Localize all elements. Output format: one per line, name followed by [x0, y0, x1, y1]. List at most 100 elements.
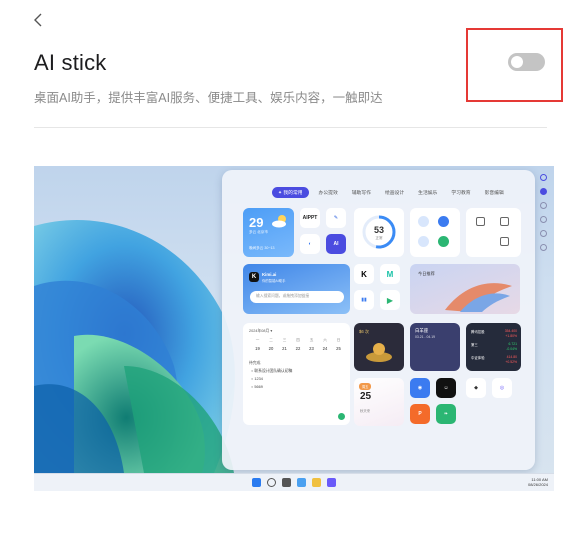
stock-change: +1.80% — [505, 334, 517, 338]
ai-search-tile[interactable]: ◐ — [300, 234, 320, 254]
weekday: 一 — [255, 338, 260, 342]
aippt-tile[interactable]: AIPPT — [300, 208, 320, 228]
weather-card[interactable]: 29 多云 北京市 晚间多云 30~13 — [243, 208, 294, 257]
sidebar-store-icon[interactable] — [540, 244, 547, 251]
record-icon[interactable] — [500, 237, 509, 246]
calendar-day[interactable]: 19 — [255, 346, 260, 351]
taskbar: 11:00 AM 08/26/2024 — [34, 473, 554, 491]
calendar-day[interactable]: 25 — [336, 346, 341, 351]
calendar-day[interactable]: 20 — [269, 346, 274, 351]
ai-stick-taskbar-icon[interactable] — [327, 478, 336, 487]
quick-tools-card[interactable] — [410, 208, 460, 257]
sidebar-chat-icon[interactable] — [540, 202, 547, 209]
weather-foot: 晚间多云 30~13 — [249, 246, 275, 250]
horoscope-card[interactable]: 白羊座 03.21 - 04.19 — [410, 323, 460, 371]
recommend-card[interactable]: 今日推荐 — [410, 264, 520, 314]
stocks-card[interactable]: 腾讯控股 354.400 +1.80% 第三 6.721 -0.04% 中证体验… — [466, 323, 521, 371]
calendar-day[interactable]: 24 — [323, 346, 328, 351]
add-todo-icon[interactable] — [338, 413, 345, 420]
back-button[interactable] — [30, 10, 46, 30]
browser-icon[interactable] — [297, 478, 306, 487]
app-k-tile[interactable]: K — [354, 264, 374, 284]
app-cube-tile[interactable]: ◆ — [466, 378, 486, 398]
tab-video[interactable]: 影音编辑 — [481, 187, 508, 198]
news-card[interactable]: $6 次 — [354, 323, 404, 371]
taskbar-clock[interactable]: 11:00 AM 08/26/2024 — [528, 477, 548, 487]
app-swirl-tile[interactable]: ◎ — [492, 378, 512, 398]
weekday: 日 — [336, 338, 341, 342]
sidebar-logo-icon[interactable] — [540, 174, 547, 181]
taskbar-icons — [252, 478, 336, 487]
tab-writing[interactable]: 辅助写作 — [348, 187, 375, 198]
weekday: 二 — [269, 338, 273, 342]
ai-write-tile[interactable]: ✎ — [326, 208, 346, 228]
tab-design[interactable]: 绘画设计 — [381, 187, 408, 198]
eye-icon[interactable] — [438, 236, 449, 247]
cloud-sun-icon — [272, 215, 286, 228]
screenshot-icon[interactable] — [500, 217, 509, 226]
calendar-day[interactable]: 22 — [296, 346, 301, 351]
weekday: 三 — [282, 338, 287, 342]
weather-sub: 多云 北京市 — [249, 230, 268, 234]
app-leaf-tile[interactable]: ❧ — [436, 404, 456, 424]
preview-screenshot: ✦ 我的常用 办公提效 辅助写作 绘画设计 生活娱乐 学习教育 影音编辑 29 … — [34, 166, 554, 491]
app-face-tile[interactable]: ☺ — [436, 378, 456, 398]
mic-icon[interactable] — [418, 216, 429, 227]
stock-change-row: -0.04% — [471, 347, 517, 351]
stock-change-row: +1.80% — [471, 334, 517, 338]
todo-text: 1234 — [254, 377, 263, 381]
folder-icon[interactable] — [312, 478, 321, 487]
app-chat-tile[interactable]: ◉ — [410, 378, 430, 398]
weekday: 六 — [323, 338, 327, 342]
calendar-month[interactable]: 2024年08月 ▾ — [249, 328, 272, 334]
sidebar-edit-icon[interactable] — [540, 230, 547, 237]
weather-temp: 29 — [249, 215, 264, 230]
sidebar-settings-icon[interactable] — [540, 216, 547, 223]
panel-tabs: ✦ 我的常用 办公提效 辅助写作 绘画设计 生活娱乐 学习教育 影音编辑 — [272, 187, 508, 198]
todo-item[interactable]: ○ 1234 — [251, 377, 263, 381]
voice-icon[interactable] — [438, 216, 449, 227]
news-title: $6 次 — [359, 329, 370, 334]
gauge-label: 正常 — [375, 236, 383, 240]
search-icon[interactable] — [267, 478, 276, 487]
sidebar-home-icon[interactable] — [540, 188, 547, 195]
start-icon[interactable] — [252, 478, 261, 487]
tab-education[interactable]: 学习教育 — [447, 187, 474, 198]
tab-my-favorites[interactable]: ✦ 我的常用 — [272, 187, 309, 198]
date-label: 秋天来 — [360, 409, 371, 413]
date-day: 25 — [360, 391, 372, 402]
kimi-search-input[interactable]: 输入搜索问题，或拖拽添加链接 — [250, 291, 344, 303]
screen-tools-card[interactable] — [466, 208, 521, 257]
page-title: AI stick — [34, 50, 107, 75]
speaker-icon[interactable] — [418, 236, 429, 247]
stock-change-row: +0.52% — [471, 360, 517, 364]
stock-change: +0.52% — [505, 360, 517, 364]
date-badge: 周五 — [359, 383, 372, 390]
todo-item[interactable]: ○ 5669 — [251, 385, 263, 389]
todo-item[interactable]: ○ 联系设计团队确认初稿 — [251, 369, 292, 374]
calendar-day[interactable]: 23 — [309, 346, 314, 351]
task-view-icon[interactable] — [282, 478, 291, 487]
calendar-day[interactable]: 21 — [282, 346, 287, 351]
tab-office[interactable]: 办公提效 — [315, 187, 342, 198]
app-play-tile[interactable]: ▶ — [380, 290, 400, 310]
calendar-card[interactable]: 2024年08月 ▾ 一 二 三 四 五 六 日 19 20 21 22 23 … — [243, 323, 350, 425]
date-card[interactable]: 周五 25 秋天来 — [354, 378, 404, 426]
ai-draw-tile[interactable]: AI — [326, 234, 346, 254]
right-sidebar — [537, 174, 550, 466]
app-p-tile[interactable]: P — [410, 404, 430, 424]
weekday: 四 — [296, 338, 300, 342]
gauge-value: 53 — [373, 225, 384, 235]
app-m-tile[interactable]: M — [380, 264, 400, 284]
todo-text: 联系设计团队确认初稿 — [254, 369, 293, 373]
app-chart-tile[interactable]: ▮▮ — [354, 290, 374, 310]
kimi-card[interactable]: K Kimi.ai 你的智能AI助手 输入搜索问题，或拖拽添加链接 — [243, 264, 350, 314]
memory-gauge-card[interactable]: 53 正常 — [354, 208, 404, 257]
ai-stick-toggle[interactable] — [508, 53, 545, 71]
todo-text: 5669 — [254, 385, 263, 389]
crop-icon[interactable] — [476, 217, 485, 226]
weekday: 五 — [309, 338, 314, 342]
divider — [34, 127, 547, 128]
horoscope-title: 白羊座 — [415, 328, 429, 333]
tab-life[interactable]: 生活娱乐 — [414, 187, 441, 198]
